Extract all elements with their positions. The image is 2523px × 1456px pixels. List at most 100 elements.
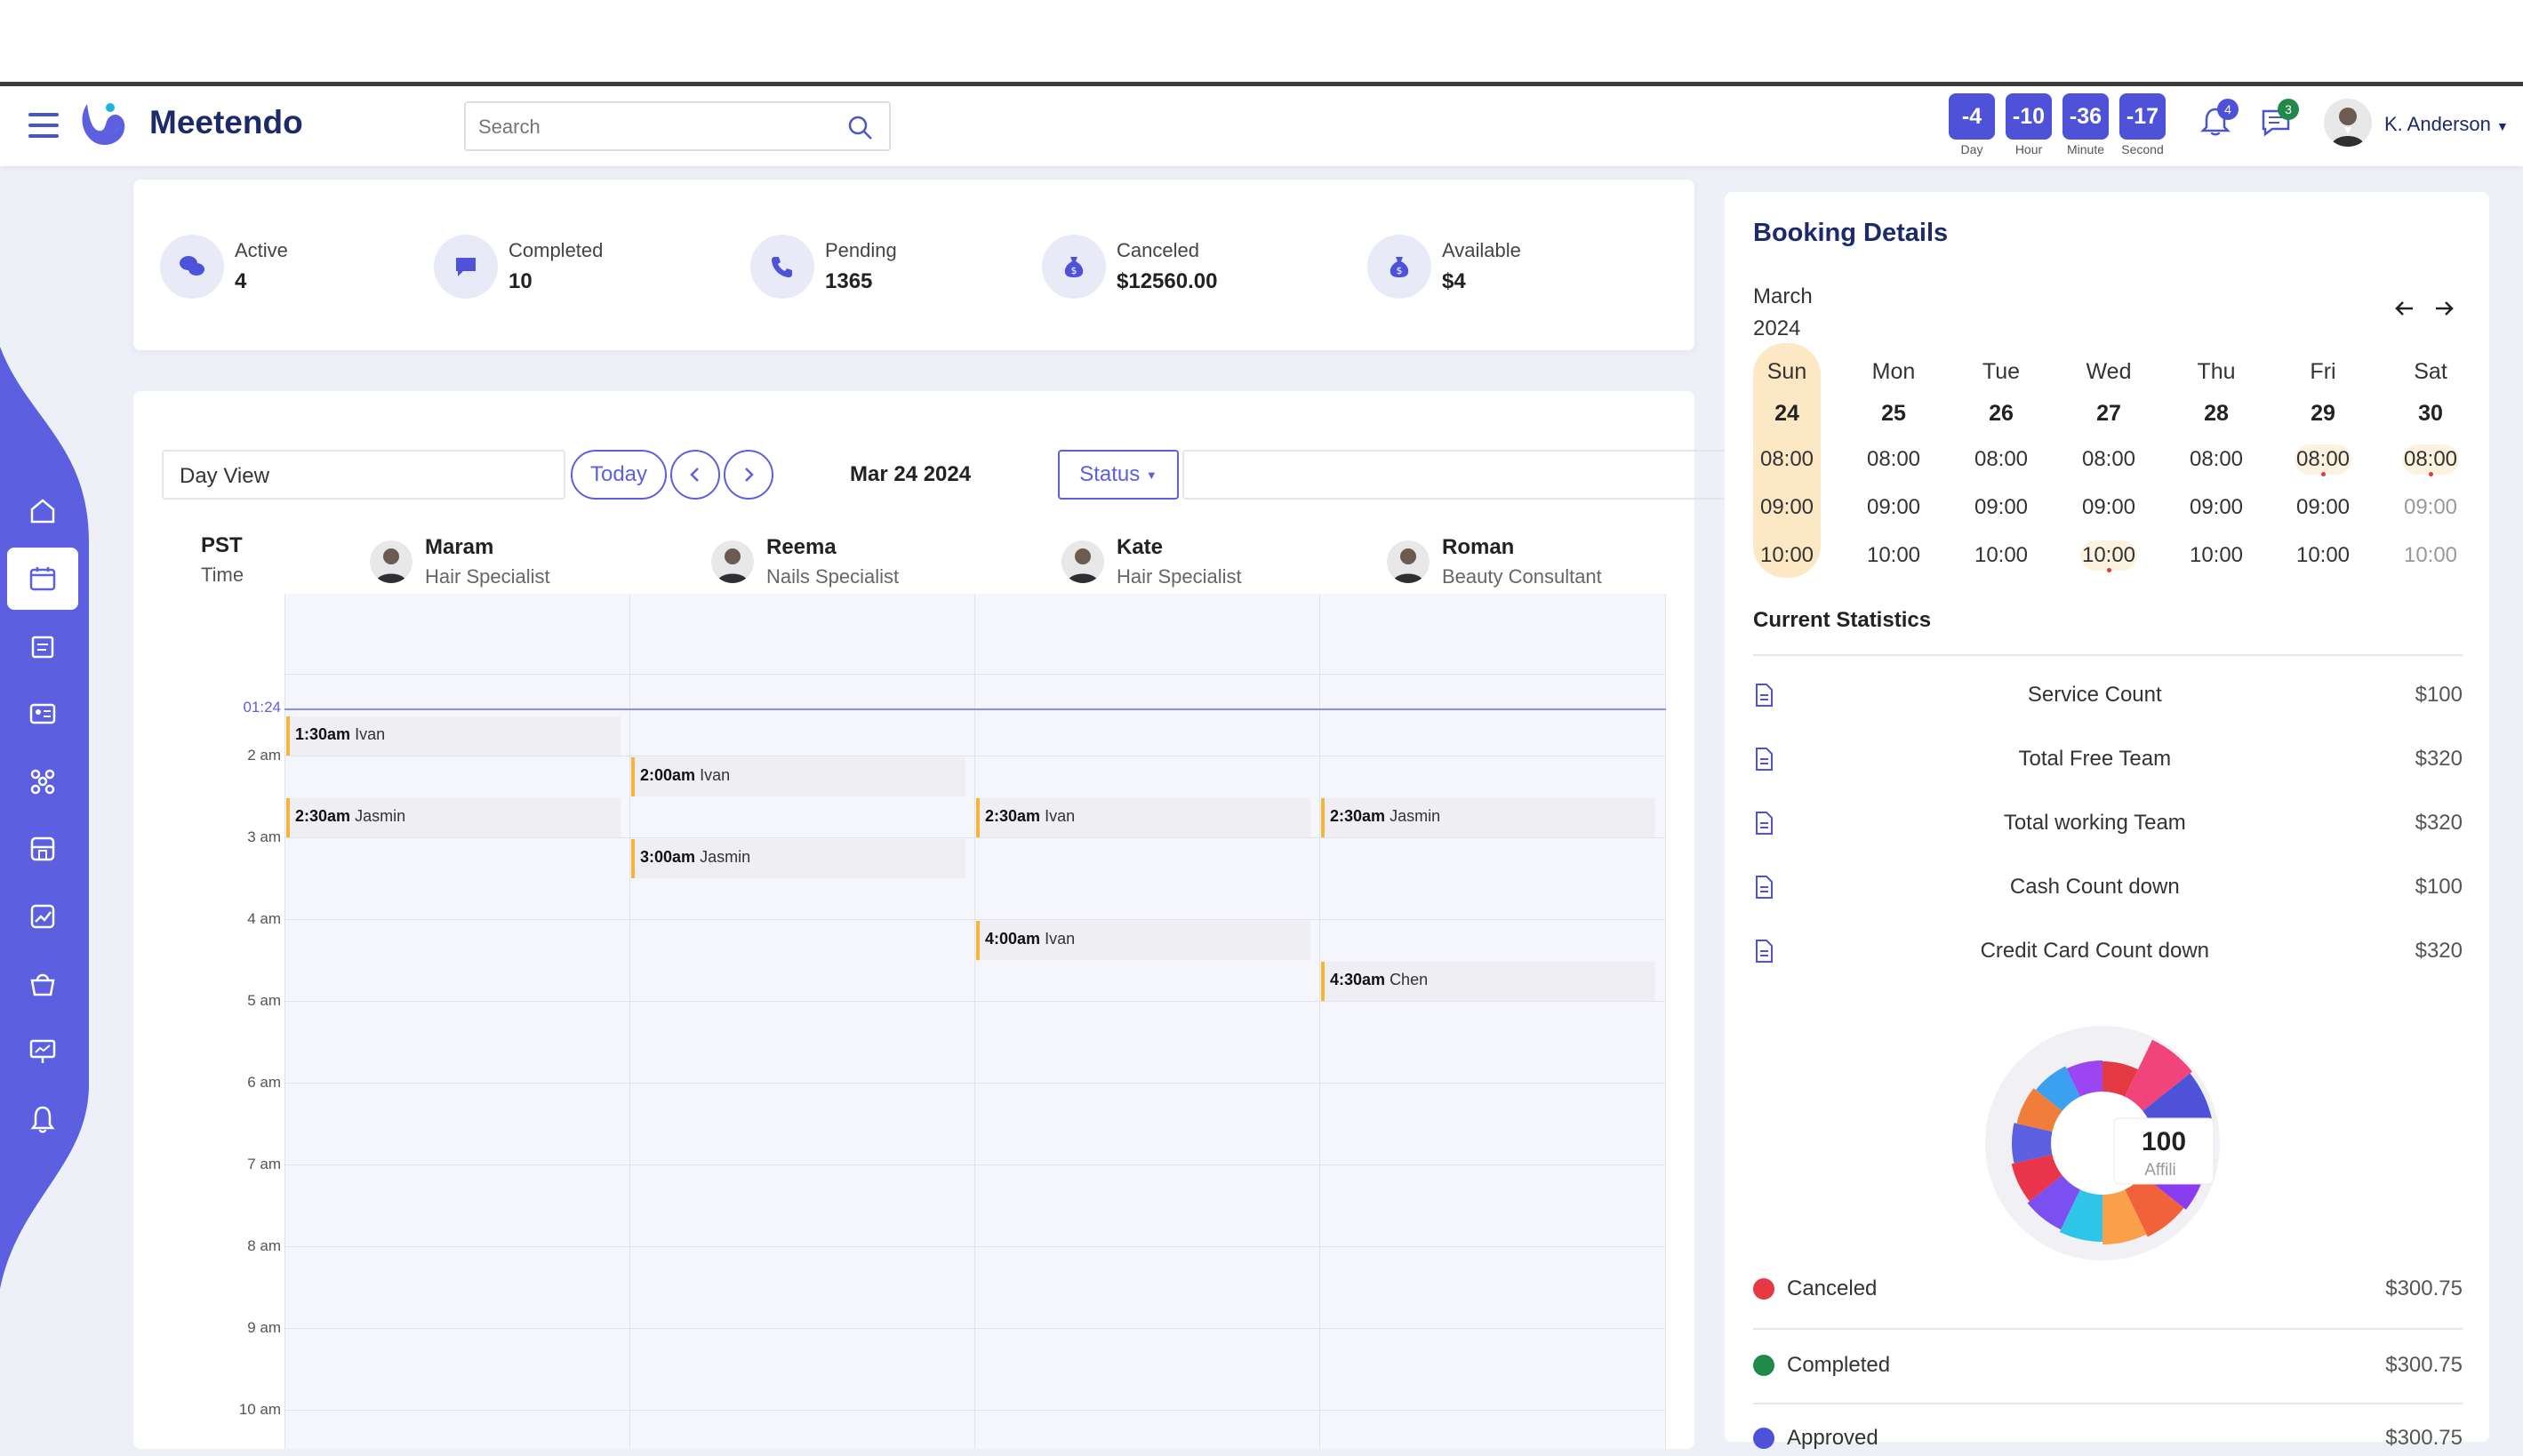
statistic-label: Credit Card Count down	[1980, 939, 2210, 963]
document-icon	[1756, 748, 1773, 771]
sidebar-item-notebook[interactable]	[7, 615, 78, 677]
day-column[interactable]: Fri 29 08:00 09:00 10:00	[2289, 343, 2357, 571]
day-column[interactable]: Mon 25 08:00 09:00 10:00	[1860, 343, 1927, 571]
arrow-left-icon[interactable]	[2391, 295, 2418, 322]
stat-canceled: $ Canceled $12560.00	[1042, 235, 1217, 299]
countdown-minute-label: Minute	[2066, 142, 2105, 156]
day-column[interactable]: Sun 24 08:00 09:00 10:00	[1753, 343, 1821, 578]
day-number: 26	[1989, 401, 2014, 426]
stat-label: Canceled	[1117, 239, 1199, 261]
today-button[interactable]: Today	[571, 450, 667, 500]
messages-button[interactable]: 3	[2258, 99, 2299, 140]
time-slot[interactable]: 09:00	[2289, 492, 2357, 523]
sidebar-item-basket[interactable]	[7, 953, 78, 1015]
day-name: Mon	[1871, 359, 1916, 384]
time-slot-booked[interactable]: 08:00	[2402, 444, 2459, 476]
time-slot[interactable]: 10:00	[2183, 540, 2250, 571]
day-name: Fri	[2310, 359, 2336, 384]
countdown-minute: -36 Minute	[2062, 93, 2109, 156]
sidebar-item-network[interactable]	[7, 750, 78, 812]
appointment-client: Ivan	[355, 725, 386, 743]
sidebar-item-contacts[interactable]	[7, 683, 78, 745]
statistic-row: Cash Count down $100	[1753, 869, 2463, 905]
statistic-row: Service Count $100	[1753, 677, 2463, 713]
caret-down-icon: ▼	[1145, 468, 1157, 482]
appointment-time: 1:30am	[295, 725, 351, 743]
arrow-right-icon[interactable]	[2431, 295, 2457, 322]
day-column[interactable]: Thu 28 08:00 09:00 10:00	[2183, 343, 2250, 571]
time-slot-unavailable: 09:00	[2403, 495, 2458, 519]
status-filter-button[interactable]: Status ▼	[1058, 450, 1179, 500]
staff-name: Kate	[1117, 535, 1164, 559]
appointment-time: 2:30am	[1330, 807, 1386, 825]
countdown-second-value: -17	[2119, 93, 2166, 140]
menu-toggle-button[interactable]	[28, 113, 59, 138]
appointment[interactable]: 4:30am Chen	[1321, 962, 1655, 1001]
sidebar-item-calendar[interactable]	[7, 548, 78, 610]
notifications-button[interactable]: 4	[2198, 99, 2239, 140]
time-slot[interactable]: 09:00	[1860, 492, 1927, 523]
time-slot-booked[interactable]: 08:00	[2295, 444, 2351, 476]
time-slot[interactable]: 09:00	[2183, 492, 2250, 523]
money-bag-icon: $	[1367, 235, 1431, 299]
statistic-value: $320	[2415, 747, 2463, 771]
sidebar-item-home[interactable]	[7, 480, 78, 542]
notification-count-badge: 4	[2217, 99, 2239, 120]
appointment[interactable]: 2:30am Ivan	[976, 798, 1310, 837]
appointment[interactable]: 3:00am Jasmin	[631, 839, 965, 878]
appointment[interactable]: 2:30am Jasmin	[286, 798, 621, 837]
hour-line	[284, 1083, 1666, 1084]
basket-icon	[30, 973, 55, 996]
stat-value: 10	[509, 269, 533, 293]
statistic-label: Total working Team	[2003, 811, 2186, 835]
appointment[interactable]: 2:00am Ivan	[631, 757, 965, 796]
stat-available: $ Available $4	[1367, 235, 1521, 299]
time-slot[interactable]: 08:00	[2075, 444, 2143, 475]
schedule-card: Day View Today Mar 24 2024 Status ▼ PST …	[133, 391, 1799, 1449]
time-slot[interactable]: 09:00	[2075, 492, 2143, 523]
day-column[interactable]: Tue 26 08:00 09:00 10:00	[1967, 343, 2035, 571]
countdown-day-value: -4	[1949, 93, 1995, 140]
user-avatar[interactable]	[2324, 99, 2372, 147]
booked-dot	[2107, 568, 2111, 572]
sidebar-item-presentation[interactable]	[7, 1020, 78, 1083]
stats-card: Active 4 Completed 10 Pending 1365 $ Cancel…	[133, 180, 1694, 350]
time-slot-unavailable: 10:00	[2403, 543, 2458, 567]
time-slot-booked[interactable]: 10:00	[2080, 540, 2137, 572]
time-slot[interactable]: 08:00	[1753, 444, 1821, 475]
appointment[interactable]: 1:30am Ivan	[286, 716, 621, 756]
day-column[interactable]: Sat 30 08:00 09:00 10:00	[2397, 343, 2464, 571]
column-divider	[1319, 594, 1320, 1449]
sidebar-item-analytics[interactable]	[7, 885, 78, 948]
sidebar-item-notifications[interactable]	[7, 1088, 78, 1150]
next-day-button[interactable]	[724, 450, 773, 500]
stat-label: Available	[1442, 239, 1521, 261]
contact-card-icon	[29, 703, 56, 724]
time-slot[interactable]: 10:00	[1967, 540, 2035, 571]
appointment[interactable]: 2:30am Jasmin	[1321, 798, 1655, 837]
prev-day-button[interactable]	[670, 450, 720, 500]
day-column[interactable]: Wed 27 08:00 09:00 10:00	[2075, 343, 2143, 572]
time-slot[interactable]: 10:00	[1753, 540, 1821, 571]
view-select[interactable]: Day View	[162, 450, 565, 500]
chevron-right-icon	[745, 468, 754, 482]
bell-icon	[30, 1106, 55, 1133]
user-menu-dropdown[interactable]: K. Anderson ▼	[2384, 113, 2509, 136]
search-input[interactable]	[478, 114, 834, 140]
sidebar-item-store[interactable]	[7, 818, 78, 880]
status-filter-input[interactable]	[1182, 450, 1799, 500]
time-slot[interactable]: 09:00	[1967, 492, 2035, 523]
time-slot[interactable]: 08:00	[1967, 444, 2035, 475]
time-slot[interactable]: 08:00	[1860, 444, 1927, 475]
time-slot[interactable]: 08:00	[2183, 444, 2250, 475]
statistic-value: $320	[2415, 939, 2463, 963]
hour-line	[284, 919, 1666, 920]
time-slot[interactable]: 10:00	[2289, 540, 2357, 571]
analytics-icon	[30, 904, 55, 929]
appointment[interactable]: 4:00am Ivan	[976, 921, 1310, 960]
time-slot[interactable]: 09:00	[1753, 492, 1821, 523]
donut-label: Affili	[2144, 1161, 2176, 1180]
search-icon[interactable]	[846, 114, 875, 142]
time-slot[interactable]: 10:00	[1860, 540, 1927, 571]
hour-line	[284, 1328, 1666, 1329]
